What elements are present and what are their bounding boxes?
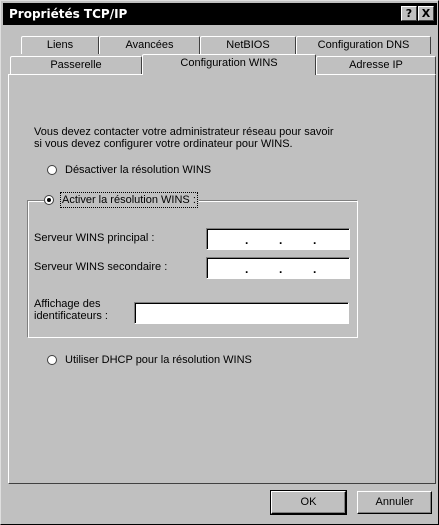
ip-dot: . xyxy=(279,233,283,247)
radio-button-disable[interactable] xyxy=(47,165,57,175)
display-identifiers-label: Affichage des identificateurs : xyxy=(34,298,108,322)
radio-button-enable[interactable] xyxy=(44,195,54,205)
ip-dot: . xyxy=(245,233,249,247)
tab-avancees[interactable]: Avancées xyxy=(99,36,200,54)
radio-enable-label: Activer la résolution WINS : xyxy=(60,192,198,208)
ok-button[interactable]: OK xyxy=(270,490,347,515)
radio-disable-wins[interactable]: Désactiver la résolution WINS xyxy=(47,164,215,176)
ip-dot: . xyxy=(313,233,317,247)
window-title: Propriétés TCP/IP xyxy=(9,7,128,21)
ip-dot: . xyxy=(313,262,317,276)
ip-dot: . xyxy=(245,262,249,276)
close-button[interactable]: X xyxy=(418,6,434,21)
tab-configuration-dns[interactable]: Configuration DNS xyxy=(296,36,431,54)
cancel-button[interactable]: Annuler xyxy=(357,491,432,514)
radio-button-dhcp[interactable] xyxy=(47,355,57,365)
tab-liens[interactable]: Liens xyxy=(21,36,99,54)
tab-adresse-ip[interactable]: Adresse IP xyxy=(316,56,436,74)
secondary-wins-ip-field[interactable]: . . . xyxy=(206,257,350,279)
help-button[interactable]: ? xyxy=(401,6,417,21)
radio-disable-label: Désactiver la résolution WINS xyxy=(65,164,212,176)
radio-dhcp-label: Utiliser DHCP pour la résolution WINS xyxy=(65,354,252,366)
radio-enable-wins[interactable]: Activer la résolution WINS : xyxy=(44,192,199,208)
primary-wins-ip-field[interactable]: . . . xyxy=(206,228,350,250)
tab-configuration-wins[interactable]: Configuration WINS xyxy=(142,54,316,75)
radio-dhcp-wins[interactable]: Utiliser DHCP pour la résolution WINS xyxy=(47,354,255,366)
title-bar: Propriétés TCP/IP ? X xyxy=(3,3,437,25)
secondary-wins-label: Serveur WINS secondaire : xyxy=(34,261,168,273)
tab-passerelle[interactable]: Passerelle xyxy=(10,56,142,74)
ip-dot: . xyxy=(279,262,283,276)
display-identifiers-field[interactable] xyxy=(134,302,349,324)
intro-text: Vous devez contacter votre administrateu… xyxy=(34,126,334,150)
primary-wins-label: Serveur WINS principal : xyxy=(34,232,155,244)
tab-netbios[interactable]: NetBIOS xyxy=(200,36,296,54)
